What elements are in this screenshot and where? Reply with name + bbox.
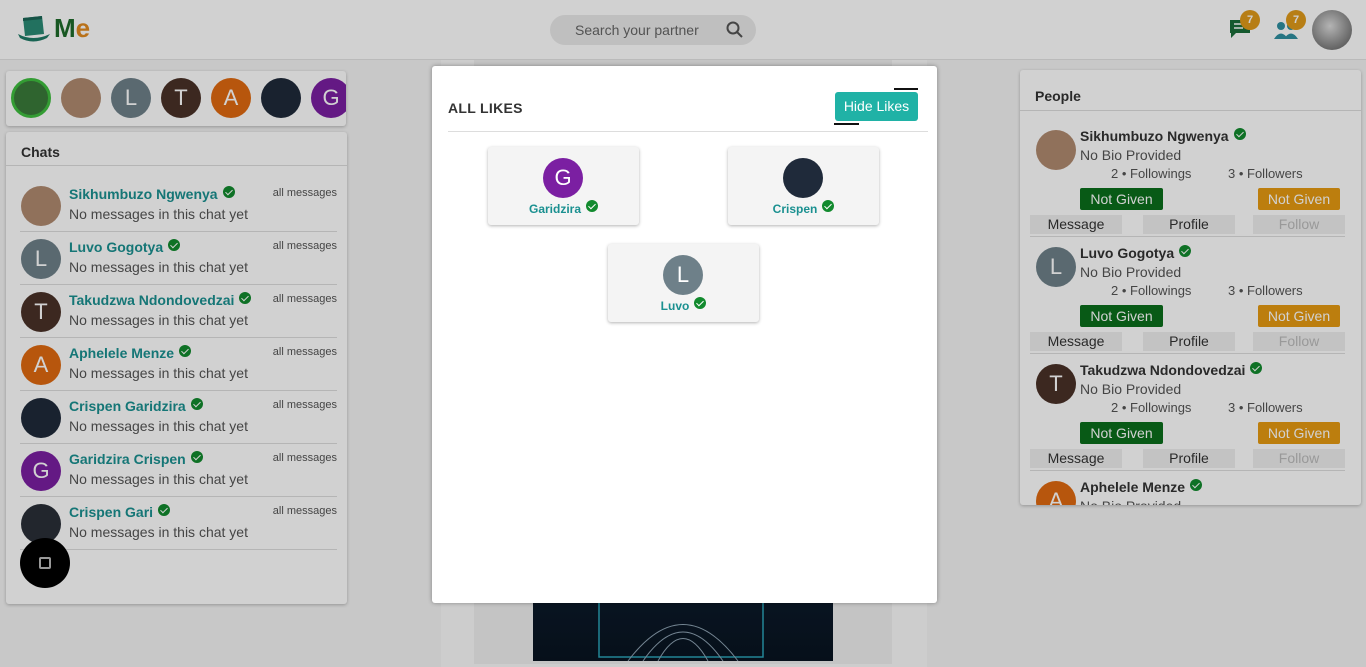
like-name[interactable]: Luvo xyxy=(608,297,759,313)
like-name[interactable]: Crispen xyxy=(728,200,879,216)
avatar xyxy=(783,158,823,198)
like-card[interactable]: G Garidzira xyxy=(488,147,639,225)
like-name-text: Luvo xyxy=(660,299,690,313)
all-likes-modal: ALL LIKES Hide Likes G Garidzira Crispen L L… xyxy=(432,66,937,603)
like-name-text: Garidzira xyxy=(528,202,582,216)
like-card[interactable]: L Luvo xyxy=(608,244,759,322)
avatar: G xyxy=(543,158,583,198)
like-name[interactable]: Garidzira xyxy=(488,200,639,216)
avatar: L xyxy=(663,255,703,295)
verified-icon xyxy=(694,297,707,309)
verified-icon xyxy=(822,200,835,212)
verified-icon xyxy=(586,200,599,212)
decor-line xyxy=(894,88,918,90)
divider xyxy=(448,131,928,132)
hide-likes-button[interactable]: Hide Likes xyxy=(835,92,918,121)
like-card[interactable]: Crispen xyxy=(728,147,879,225)
like-name-text: Crispen xyxy=(772,202,818,216)
modal-title: ALL LIKES xyxy=(448,100,523,116)
decor-line xyxy=(834,123,859,125)
